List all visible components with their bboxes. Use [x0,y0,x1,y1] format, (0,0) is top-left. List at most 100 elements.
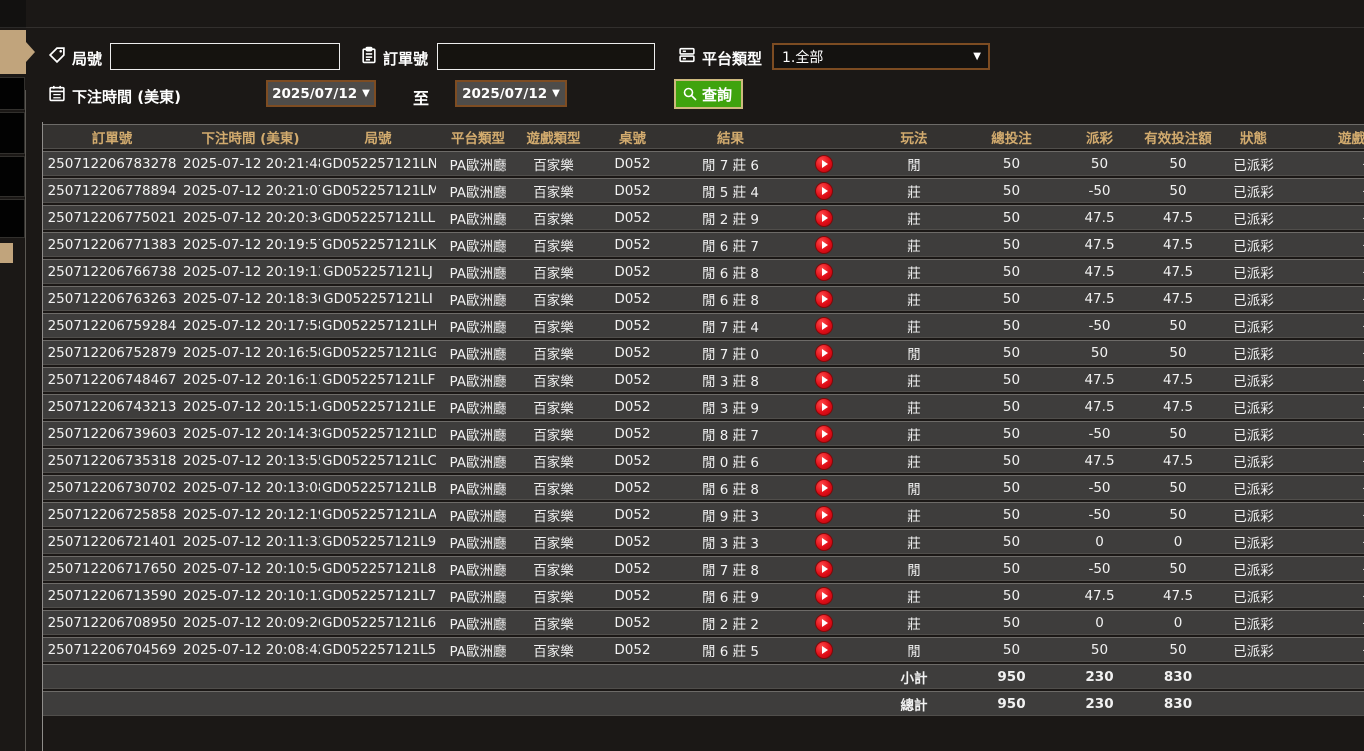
payout-cell: 47.5 [1060,583,1139,608]
valid-bet-cell: 47.5 [1139,232,1217,257]
sidebar-item-selected[interactable] [0,30,26,74]
table-no-cell: D052 [587,313,678,338]
date-to-select[interactable]: 2025/07/12 ▼ [455,80,567,107]
order-number-cell: 250712206739603 [43,421,181,446]
platform-icon [678,46,696,64]
platform-cell: PA歐洲廳 [436,313,520,338]
order-number-cell: 250712206730702 [43,475,181,500]
game-type-cell: 百家樂 [520,340,587,365]
play-icon [822,591,828,600]
order-number-cell: 250712206713590 [43,583,181,608]
total-bet-cell: 50 [963,178,1060,203]
search-button[interactable]: 查詢 [674,79,744,109]
sidebar-top-strip [0,0,26,28]
bet-time-cell: 2025-07-12 20:10:12 [181,583,320,608]
platform-cell: PA歐洲廳 [436,637,520,662]
sidebar-item[interactable] [0,112,25,154]
valid-bet-cell: 47.5 [1139,367,1217,392]
valid-bet-cell: 47.5 [1139,259,1217,284]
play-video-button[interactable] [815,559,833,578]
bet-time-cell: 2025-07-12 20:21:07 [181,178,320,203]
sidebar-item-partial[interactable] [0,243,13,263]
col-header-game-mode: 遊戲模式 [1290,124,1364,149]
play-video-button[interactable] [815,451,833,470]
play-video-button[interactable] [815,586,833,605]
table-row: 250712206759284 2025-07-12 20:17:58 GD05… [43,313,1364,338]
game-mode-cell: - [1290,583,1364,608]
play-video-button[interactable] [815,370,833,389]
payout-cell: 47.5 [1060,259,1139,284]
platform-cell: PA歐洲廳 [436,475,520,500]
play-video-button[interactable] [815,397,833,416]
status-cell: 已派彩 [1217,286,1290,311]
play-video-button[interactable] [815,235,833,254]
play-type-cell: 莊 [865,421,963,446]
result-cell: 閒 7 莊 4 [678,313,783,338]
table-row: 250712206763263 2025-07-12 20:18:36 GD05… [43,286,1364,311]
sidebar-item[interactable] [0,156,25,197]
round-number-input[interactable] [110,43,340,70]
play-icon [822,186,828,195]
col-header-total-bet: 總投注 [963,124,1060,149]
round-number-cell: GD052257121L9 [320,529,436,554]
game-mode-cell: - [1290,475,1364,500]
order-number-input[interactable] [437,43,655,70]
subtotal-row: 小計 950 230 830 [43,664,1364,689]
valid-bet-cell: 47.5 [1139,205,1217,230]
order-number-cell: 250712206735318 [43,448,181,473]
game-mode-cell: - [1290,448,1364,473]
table-no-cell: D052 [587,232,678,257]
play-video-button[interactable] [815,532,833,551]
sidebar-item[interactable] [0,77,25,110]
platform-cell: PA歐洲廳 [436,556,520,581]
table-header-row: 訂單號 下注時間 (美東) 局號 平台類型 遊戲類型 桌號 結果 玩法 總投注 … [43,124,1364,149]
col-header-table-no: 桌號 [587,124,678,149]
play-video-button[interactable] [815,181,833,200]
total-bet: 950 [963,691,1060,716]
round-number-cell: GD052257121L8 [320,556,436,581]
total-payout: 230 [1060,691,1139,716]
play-icon [822,240,828,249]
play-icon [822,618,828,627]
table-row: 250712206775021 2025-07-12 20:20:34 GD05… [43,205,1364,230]
play-icon [822,564,828,573]
play-type-cell: 莊 [865,583,963,608]
valid-bet-cell: 47.5 [1139,448,1217,473]
round-number-cell: GD052257121L7 [320,583,436,608]
sidebar-item[interactable] [0,199,25,238]
round-number-cell: GD052257121LI [320,286,436,311]
play-video-button[interactable] [815,289,833,308]
play-video-button[interactable] [815,478,833,497]
order-number-cell: 250712206717650 [43,556,181,581]
valid-bet-cell: 47.5 [1139,286,1217,311]
play-video-button[interactable] [815,154,833,173]
game-mode-cell: - [1290,529,1364,554]
play-video-button[interactable] [815,343,833,362]
status-cell: 已派彩 [1217,367,1290,392]
status-cell: 已派彩 [1217,394,1290,419]
play-video-button[interactable] [815,424,833,443]
play-type-cell: 莊 [865,394,963,419]
round-number-cell: GD052257121L6 [320,610,436,635]
platform-type-select[interactable]: 1.全部 ▼ [772,43,990,70]
play-video-button[interactable] [815,262,833,281]
valid-bet-cell: 0 [1139,529,1217,554]
platform-cell: PA歐洲廳 [436,340,520,365]
payout-cell: -50 [1060,313,1139,338]
game-mode-cell: - [1290,367,1364,392]
play-video-button[interactable] [815,640,833,659]
chevron-down-icon: ▼ [552,88,560,99]
round-number-cell: GD052257121L5 [320,637,436,662]
result-cell: 閒 3 莊 3 [678,529,783,554]
play-video-button[interactable] [815,316,833,335]
total-label: 總計 [865,691,963,716]
bet-records-table-container: 訂單號 下注時間 (美東) 局號 平台類型 遊戲類型 桌號 結果 玩法 總投注 … [42,122,1364,751]
play-video-button[interactable] [815,208,833,227]
play-video-button[interactable] [815,613,833,632]
order-number-cell: 250712206763263 [43,286,181,311]
payout-cell: -50 [1060,178,1139,203]
play-video-button[interactable] [815,505,833,524]
payout-cell: 50 [1060,151,1139,176]
date-from-select[interactable]: 2025/07/12 ▼ [266,80,376,107]
valid-bet-cell: 50 [1139,556,1217,581]
